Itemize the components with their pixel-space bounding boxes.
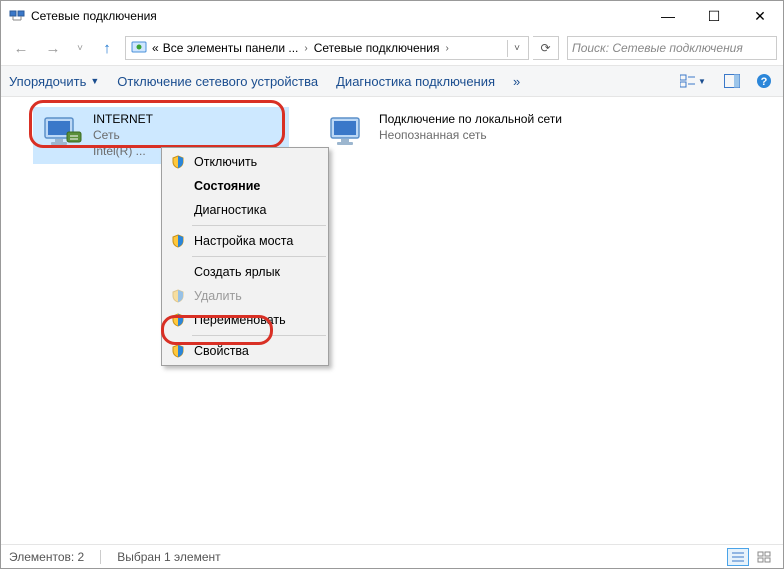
connection-name: INTERNET — [93, 111, 153, 127]
menu-separator — [192, 225, 326, 226]
diagnose-button[interactable]: Диагностика подключения — [336, 74, 495, 89]
recent-dropdown[interactable]: ˅ — [71, 35, 89, 61]
refresh-button[interactable]: ⟳ — [533, 36, 559, 60]
menu-item-bridge[interactable]: Настройка моста — [162, 229, 328, 253]
menu-item-diagnose[interactable]: Диагностика — [162, 198, 328, 222]
shield-icon — [168, 233, 188, 249]
search-box[interactable] — [567, 36, 777, 60]
menu-separator — [192, 256, 326, 257]
connection-name: Подключение по локальной сети — [379, 111, 562, 127]
help-button[interactable]: ? — [753, 71, 775, 91]
content-area: INTERNET Сеть Intel(R) ... Подключение п… — [1, 97, 783, 544]
minimize-button[interactable]: — — [645, 1, 691, 31]
breadcrumb-chevron-icon[interactable]: › — [300, 43, 311, 54]
connection-status: Сеть — [93, 127, 153, 143]
organize-menu[interactable]: Упорядочить ▼ — [9, 74, 99, 89]
shield-icon — [168, 312, 188, 328]
maximize-button[interactable]: ☐ — [691, 1, 737, 31]
disable-device-button[interactable]: Отключение сетевого устройства — [117, 74, 318, 89]
menu-item-delete: Удалить — [162, 284, 328, 308]
shield-icon — [168, 288, 188, 304]
menu-item-disable[interactable]: Отключить — [162, 150, 328, 174]
menu-item-shortcut[interactable]: Создать ярлык — [162, 260, 328, 284]
window-controls: — ☐ ✕ — [645, 1, 783, 31]
dropdown-icon: ▼ — [90, 76, 99, 86]
network-adapter-icon — [39, 111, 85, 155]
disable-label: Отключение сетевого устройства — [117, 74, 318, 89]
menu-icon-placeholder — [168, 178, 188, 194]
search-input[interactable] — [572, 41, 772, 55]
statusbar: Элементов: 2 Выбран 1 элемент — [1, 544, 783, 568]
more-commands[interactable]: » — [513, 74, 520, 89]
breadcrumb-seg2[interactable]: Сетевые подключения — [312, 41, 442, 55]
controlpanel-icon — [131, 40, 147, 56]
titlebar: Сетевые подключения — ☐ ✕ — [1, 1, 783, 31]
menu-item-properties[interactable]: Свойства — [162, 339, 328, 363]
menu-label: Удалить — [194, 289, 242, 303]
navbar: ← → ˅ ↑ « Все элементы панели ... › Сете… — [1, 31, 783, 65]
preview-pane-button[interactable] — [721, 71, 743, 91]
menu-label: Переименовать — [194, 313, 286, 327]
breadcrumb-dropdown-icon[interactable]: ˅ — [507, 40, 526, 57]
shield-icon — [168, 154, 188, 170]
up-button[interactable]: ↑ — [93, 35, 121, 61]
breadcrumb-prefix: « — [150, 41, 161, 55]
view-details-button[interactable] — [727, 548, 749, 566]
connection-status: Неопознанная сеть — [379, 127, 562, 143]
shield-icon — [168, 343, 188, 359]
status-selection: Выбран 1 элемент — [117, 550, 220, 564]
view-icons-button[interactable] — [753, 548, 775, 566]
menu-label: Отключить — [194, 155, 257, 169]
menu-separator — [192, 335, 326, 336]
breadcrumb-chevron-icon[interactable]: › — [441, 43, 452, 54]
breadcrumb-seg1[interactable]: Все элементы панели ... — [161, 41, 301, 55]
view-options-button[interactable]: ▼ — [675, 71, 711, 91]
menu-icon-placeholder — [168, 202, 188, 218]
close-button[interactable]: ✕ — [737, 1, 783, 31]
organize-label: Упорядочить — [9, 74, 86, 89]
menu-label: Диагностика — [194, 203, 266, 217]
connection-device: Intel(R) ... — [93, 143, 153, 159]
status-separator — [100, 550, 101, 564]
context-menu: Отключить Состояние Диагностика Настройк… — [161, 147, 329, 366]
menu-label: Состояние — [194, 179, 260, 193]
back-button[interactable]: ← — [7, 35, 35, 61]
breadcrumb[interactable]: « Все элементы панели ... › Сетевые подк… — [125, 36, 529, 60]
command-bar: Упорядочить ▼ Отключение сетевого устрой… — [1, 65, 783, 97]
menu-label: Создать ярлык — [194, 265, 280, 279]
menu-icon-placeholder — [168, 264, 188, 280]
more-label: » — [513, 74, 520, 89]
window-icon — [9, 8, 25, 24]
forward-button: → — [39, 35, 67, 61]
menu-item-status[interactable]: Состояние — [162, 174, 328, 198]
window-title: Сетевые подключения — [31, 9, 645, 23]
network-adapter-icon — [325, 111, 371, 155]
connection-item-lan[interactable]: Подключение по локальной сети Неопознанн… — [319, 107, 575, 164]
status-item-count: Элементов: 2 — [9, 550, 84, 564]
svg-text:?: ? — [761, 76, 768, 88]
menu-label: Настройка моста — [194, 234, 293, 248]
diagnose-label: Диагностика подключения — [336, 74, 495, 89]
menu-item-rename[interactable]: Переименовать — [162, 308, 328, 332]
menu-label: Свойства — [194, 344, 249, 358]
